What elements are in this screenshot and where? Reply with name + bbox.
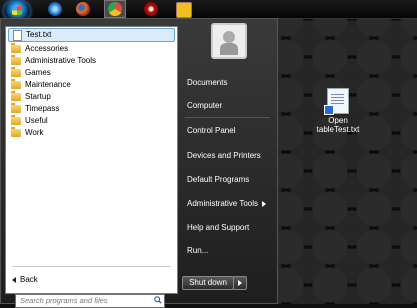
- menu-administrative-tools-label: Administrative Tools: [187, 199, 258, 208]
- internet-explorer-icon: [48, 2, 62, 16]
- recent-file-item[interactable]: Test.txt: [8, 28, 175, 42]
- chevron-right-icon: [262, 200, 266, 207]
- menu-computer[interactable]: Computer: [187, 99, 222, 113]
- back-arrow-icon: [12, 276, 16, 283]
- program-folder-label: Maintenance: [25, 80, 71, 89]
- back-button[interactable]: Back: [12, 274, 38, 286]
- menu-default-programs-label: Default Programs: [187, 175, 250, 184]
- chevron-right-icon: [238, 280, 242, 286]
- avatar-head: [223, 31, 235, 43]
- user-avatar[interactable]: [211, 23, 247, 59]
- folder-icon: [11, 79, 21, 89]
- shortcut-badge-icon: [324, 105, 334, 115]
- taskbar-ie-button[interactable]: [44, 0, 66, 18]
- folder-icon: [11, 91, 21, 101]
- desktop-file-label-line1: Open: [328, 116, 348, 125]
- menu-help-support-label: Help and Support: [187, 223, 250, 232]
- program-folder-label: Administrative Tools: [25, 56, 96, 65]
- program-list: Test.txt Accessories Administrative Tool…: [8, 28, 175, 139]
- program-folder-administrative-tools[interactable]: Administrative Tools: [8, 55, 175, 67]
- program-folder-accessories[interactable]: Accessories: [8, 43, 175, 55]
- opera-icon: [144, 2, 158, 16]
- divider: [185, 117, 270, 118]
- search-icon: [154, 296, 162, 304]
- menu-default-programs[interactable]: Default Programs: [187, 173, 249, 187]
- taskbar-firefox-button[interactable]: [72, 0, 94, 18]
- taskbar-app-button[interactable]: [172, 0, 194, 18]
- back-label: Back: [20, 275, 38, 284]
- sticky-app-icon: [176, 2, 192, 18]
- menu-documents-label: Documents: [187, 78, 228, 87]
- folder-icon: [11, 55, 21, 65]
- program-folder-label: Accessories: [25, 44, 69, 53]
- taskbar-opera-button[interactable]: [140, 0, 162, 18]
- program-folder-useful[interactable]: Useful: [8, 115, 175, 127]
- shutdown-options-button[interactable]: [233, 276, 247, 290]
- menu-run-label: Run...: [187, 246, 209, 255]
- windows-logo-icon: [12, 6, 22, 15]
- menu-help-support[interactable]: Help and Support: [187, 221, 249, 235]
- desktop-file-label-line2: tableTest.txt: [316, 125, 360, 134]
- text-file-icon: [13, 30, 22, 41]
- folder-icon: [11, 103, 21, 113]
- menu-devices-printers[interactable]: Devices and Printers: [187, 149, 261, 163]
- desktop-file-shortcut[interactable]: Open tableTest.txt: [312, 88, 364, 134]
- start-menu: Test.txt Accessories Administrative Tool…: [0, 18, 278, 308]
- menu-devices-printers-label: Devices and Printers: [187, 151, 261, 160]
- divider: [12, 266, 171, 267]
- program-folder-games[interactable]: Games: [8, 67, 175, 79]
- program-folder-timepass[interactable]: Timepass: [8, 103, 175, 115]
- recent-file-label: Test.txt: [26, 30, 52, 39]
- menu-control-panel[interactable]: Control Panel: [187, 124, 235, 138]
- menu-administrative-tools[interactable]: Administrative Tools: [187, 197, 266, 211]
- taskbar: [0, 0, 417, 22]
- menu-control-panel-label: Control Panel: [187, 126, 236, 135]
- search-input[interactable]: Search programs and files: [15, 294, 165, 308]
- text-document-icon: [324, 88, 349, 115]
- program-folder-label: Work: [25, 128, 44, 137]
- avatar-body: [220, 43, 238, 55]
- shutdown-button[interactable]: Shut down: [182, 276, 234, 290]
- program-folder-label: Useful: [25, 116, 48, 125]
- program-folder-label: Startup: [25, 92, 51, 101]
- firefox-icon: [76, 2, 90, 16]
- folder-icon: [11, 115, 21, 125]
- program-folder-label: Timepass: [25, 104, 60, 113]
- program-folder-work[interactable]: Work: [8, 127, 175, 139]
- programs-pane: Test.txt Accessories Administrative Tool…: [5, 26, 178, 294]
- taskbar-chrome-button[interactable]: [104, 0, 126, 18]
- folder-icon: [11, 43, 21, 53]
- folder-icon: [11, 67, 21, 77]
- program-folder-startup[interactable]: Startup: [8, 91, 175, 103]
- program-folder-label: Games: [25, 68, 51, 77]
- menu-documents[interactable]: Documents: [187, 76, 227, 90]
- shutdown-label: Shut down: [189, 278, 227, 287]
- program-folder-maintenance[interactable]: Maintenance: [8, 79, 175, 91]
- folder-icon: [11, 127, 21, 137]
- menu-computer-label: Computer: [187, 101, 223, 110]
- chrome-icon: [108, 2, 122, 16]
- menu-run[interactable]: Run...: [187, 244, 208, 258]
